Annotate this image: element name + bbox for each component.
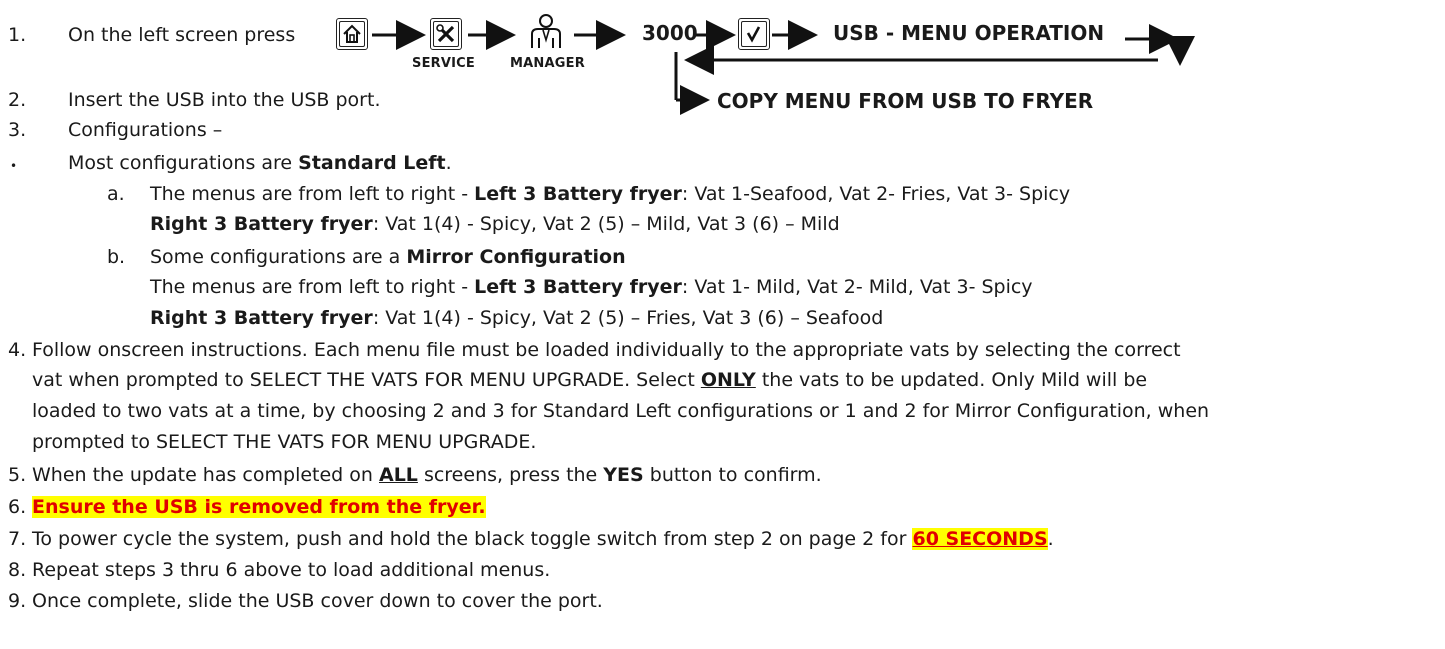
checkmark-icon — [746, 26, 761, 43]
step-8-number: 8. — [8, 559, 27, 581]
item-b-line-1: Some configurations are a Mirror Configu… — [150, 245, 626, 269]
step-5-middle: screens, press the — [417, 464, 604, 486]
usb-menu-operation-label: USB - MENU OPERATION — [833, 21, 1105, 45]
step-4-only-emphasis: ONLY — [700, 369, 756, 391]
item-a-line2-bold: Right 3 Battery fryer — [150, 213, 373, 235]
item-b-line2-bold: Left 3 Battery fryer — [474, 276, 682, 298]
step-5-suffix: button to confirm. — [643, 464, 822, 486]
item-a-marker: a. — [107, 183, 125, 205]
item-b-line2-prefix: The menus are from left to right - — [150, 276, 475, 298]
item-a-line1-bold: Left 3 Battery fryer — [474, 183, 682, 205]
step-4-line-4: prompted to SELECT THE VATS FOR MENU UPG… — [32, 431, 537, 453]
step-7-suffix: . — [1047, 528, 1054, 550]
item-a-line1-prefix: The menus are from left to right - — [150, 183, 475, 205]
step-2-number: 2. — [8, 89, 27, 111]
manager-person-icon — [531, 14, 561, 48]
step-7-text: To power cycle the system, push and hold… — [32, 527, 1054, 551]
step-4-line2-rest: the vats to be updated. Only Mild will b… — [755, 369, 1148, 391]
step-2-text: Insert the USB into the USB port. — [68, 89, 381, 111]
step-4-line2-prefix: vat when prompted to SELECT THE VATS FOR… — [32, 369, 701, 391]
step-6-warning-text: Ensure the USB is removed from the fryer… — [32, 496, 486, 518]
step-6-number: 6. — [8, 496, 27, 518]
manager-caption: MANAGER — [510, 56, 585, 71]
home-icon — [343, 24, 361, 43]
item-a-line-2: Right 3 Battery fryer: Vat 1(4) - Spicy,… — [150, 212, 840, 236]
item-b-line2-rest: : Vat 1- Mild, Vat 2- Mild, Vat 3- Spicy — [681, 276, 1033, 298]
home-button — [336, 18, 368, 50]
step-7-number: 7. — [8, 528, 27, 550]
item-b-line-2: The menus are from left to right - Left … — [150, 275, 1033, 299]
step-4-line-2: vat when prompted to SELECT THE VATS FOR… — [32, 368, 1147, 392]
item-a-line1-rest: : Vat 1-Seafood, Vat 2- Fries, Vat 3- Sp… — [681, 183, 1071, 205]
service-button — [430, 18, 462, 50]
step-4-line-1: Follow onscreen instructions. Each menu … — [32, 339, 1181, 361]
step-5-prefix: When the update has completed on — [32, 464, 379, 486]
item-b-line3-bold: Right 3 Battery fryer — [150, 307, 373, 329]
item-b-line-3: Right 3 Battery fryer: Vat 1(4) - Spicy,… — [150, 306, 883, 330]
bullet-prefix: Most configurations are — [68, 152, 299, 174]
service-caption: SERVICE — [412, 56, 475, 71]
step-5-number: 5. — [8, 464, 27, 486]
step-5-text: When the update has completed on ALL scr… — [32, 463, 822, 487]
bullet-line: Most configurations are Standard Left. — [68, 151, 452, 175]
item-b-line1-bold: Mirror Configuration — [406, 246, 626, 268]
step-5-all-emphasis: ALL — [378, 464, 418, 486]
confirm-button — [738, 18, 770, 50]
step-7-duration-highlight: 60 SECONDS — [912, 528, 1048, 550]
step-7-prefix: To power cycle the system, push and hold… — [32, 528, 913, 550]
tools-icon — [436, 24, 455, 43]
step-9-number: 9. — [8, 590, 27, 612]
bullet-marker: • — [10, 159, 18, 173]
passcode-text: 3000 — [642, 21, 698, 45]
item-a-line2-rest: : Vat 1(4) - Spicy, Vat 2 (5) – Mild, Va… — [372, 213, 840, 235]
item-b-line1-prefix: Some configurations are a — [150, 246, 407, 268]
item-b-marker: b. — [107, 246, 126, 268]
copy-menu-label: COPY MENU FROM USB TO FRYER — [717, 89, 1094, 113]
item-a-line-1: The menus are from left to right - Left … — [150, 182, 1070, 206]
bullet-suffix: . — [445, 152, 452, 174]
step-4-line-3: loaded to two vats at a time, by choosin… — [32, 400, 1210, 422]
step-8-text: Repeat steps 3 thru 6 above to load addi… — [32, 559, 551, 581]
item-b-line3-rest: : Vat 1(4) - Spicy, Vat 2 (5) – Fries, V… — [372, 307, 884, 329]
step-3-text: Configurations – — [68, 119, 223, 141]
step-4-number: 4. — [8, 339, 27, 361]
step-9-text: Once complete, slide the USB cover down … — [32, 590, 603, 612]
bullet-bold: Standard Left — [298, 152, 446, 174]
step-6-warning: Ensure the USB is removed from the fryer… — [32, 495, 486, 519]
step-3-number: 3. — [8, 119, 27, 141]
step-5-yes-emphasis: YES — [603, 464, 644, 486]
